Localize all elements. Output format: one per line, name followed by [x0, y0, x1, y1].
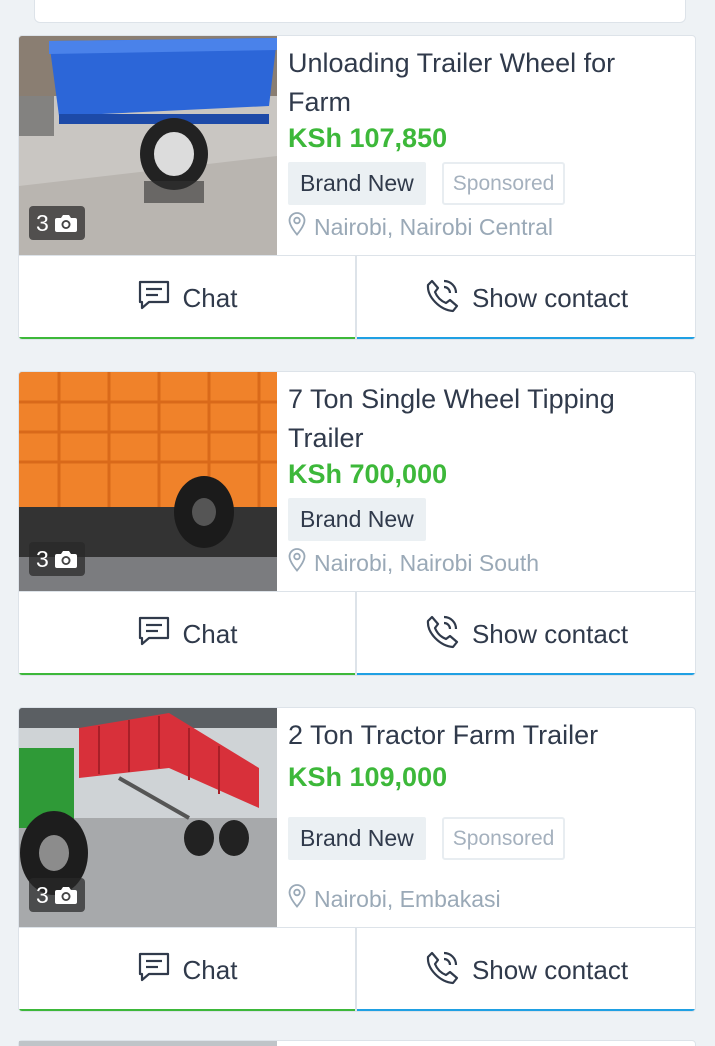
- condition-badge: Brand New: [288, 498, 426, 541]
- phone-icon: [424, 277, 460, 320]
- condition-badge: Brand New: [288, 162, 426, 205]
- listing-image[interactable]: 3: [19, 36, 277, 255]
- previous-card-stub: [34, 0, 686, 23]
- show-contact-button[interactable]: Show contact: [357, 928, 695, 1011]
- show-contact-button[interactable]: Show contact: [357, 256, 695, 339]
- phone-icon: [424, 949, 460, 992]
- photo-count-badge: 3: [29, 206, 85, 240]
- location-text: Nairobi, Nairobi South: [314, 549, 540, 576]
- location-text: Nairobi, Nairobi Central: [314, 213, 554, 240]
- sponsored-badge: Sponsored: [441, 162, 566, 205]
- chat-button[interactable]: Chat: [19, 592, 357, 675]
- chat-icon: [137, 616, 171, 653]
- listing-image[interactable]: 3: [19, 372, 277, 591]
- phone-icon: [424, 613, 460, 656]
- next-card-stub: [18, 1040, 696, 1046]
- location-pin-icon: [288, 884, 306, 914]
- listing-price: KSh 107,850: [288, 123, 448, 153]
- listing-card[interactable]: 3 7 Ton Single Wheel Tipping Trailer KSh…: [18, 371, 696, 676]
- camera-icon: [54, 549, 78, 569]
- chat-label: Chat: [182, 955, 238, 985]
- show-contact-label: Show contact: [471, 283, 629, 313]
- location-pin-icon: [288, 212, 306, 242]
- listing-location: Nairobi, Nairobi Central: [288, 212, 553, 242]
- listing-location: Nairobi, Nairobi South: [288, 548, 539, 578]
- show-contact-label: Show contact: [471, 619, 629, 649]
- listing-card[interactable]: 3 2 Ton Tractor Farm Trailer KSh 109,000…: [18, 707, 696, 1012]
- listing-image[interactable]: 3: [19, 708, 277, 927]
- chat-icon: [137, 952, 171, 989]
- listing-card[interactable]: 3 Unloading Trailer Wheel for Farm KSh 1…: [18, 35, 696, 340]
- show-contact-button[interactable]: Show contact: [357, 592, 695, 675]
- next-listing-image: [19, 1041, 277, 1046]
- listing-location: Nairobi, Embakasi: [288, 884, 501, 914]
- show-contact-label: Show contact: [471, 955, 629, 985]
- camera-icon: [54, 213, 78, 233]
- listing-price: KSh 700,000: [288, 459, 448, 489]
- listing-price: KSh 109,000: [288, 762, 448, 792]
- chat-button[interactable]: Chat: [19, 256, 357, 339]
- photo-count: 3: [36, 209, 49, 236]
- camera-icon: [54, 885, 78, 905]
- sponsored-badge: Sponsored: [441, 817, 566, 860]
- listing-title[interactable]: 2 Ton Tractor Farm Trailer: [288, 716, 685, 755]
- location-pin-icon: [288, 548, 306, 578]
- chat-label: Chat: [182, 283, 238, 313]
- chat-label: Chat: [182, 619, 238, 649]
- photo-count: 3: [36, 881, 49, 908]
- photo-count-badge: 3: [29, 542, 85, 576]
- listing-title[interactable]: 7 Ton Single Wheel Tipping Trailer: [288, 380, 685, 458]
- photo-count-badge: 3: [29, 878, 85, 912]
- photo-count: 3: [36, 545, 49, 572]
- chat-button[interactable]: Chat: [19, 928, 357, 1011]
- location-text: Nairobi, Embakasi: [314, 885, 501, 912]
- condition-badge: Brand New: [288, 817, 426, 860]
- chat-icon: [137, 280, 171, 317]
- listing-title[interactable]: Unloading Trailer Wheel for Farm: [288, 44, 685, 122]
